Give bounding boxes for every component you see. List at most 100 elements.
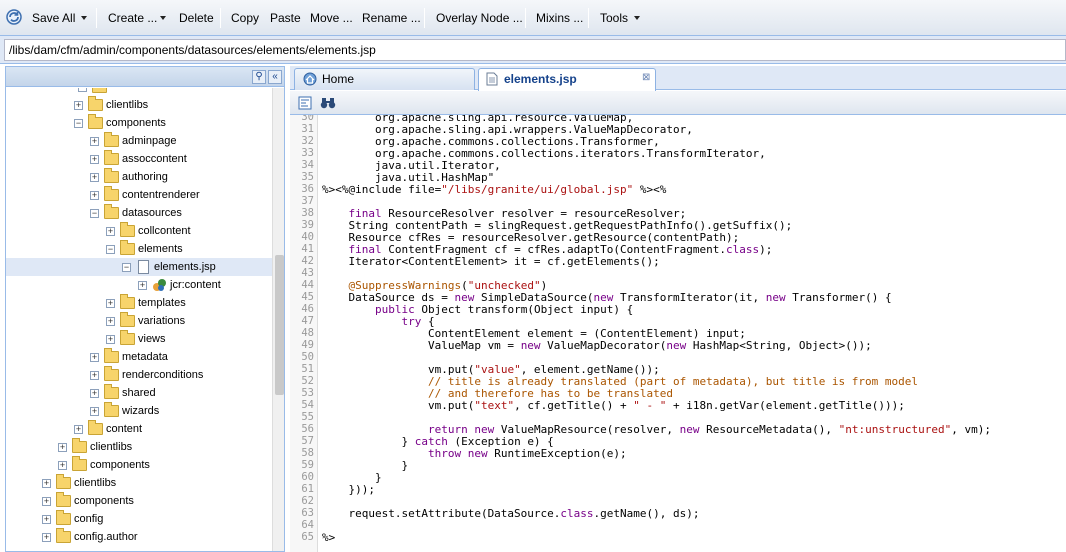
expand-icon[interactable]: + [90,155,99,164]
tree-node-label: components [74,495,134,507]
move-button[interactable]: Move ... [310,10,353,26]
expand-icon[interactable]: + [90,353,99,362]
collapse-icon[interactable]: − [90,209,99,218]
delete-button[interactable]: Delete [179,10,214,26]
tree-node[interactable]: − elements [6,240,272,258]
expand-icon[interactable]: + [90,191,99,200]
copy-button[interactable]: Copy [231,10,259,26]
expand-icon[interactable]: + [42,497,51,506]
tree-node[interactable]: + config [6,510,272,528]
code-editor[interactable]: 30 31 32 33 34 35 36 37 38 39 40 41 42 43 44 45 46 47 48 49… [290,115,1066,552]
expand-icon[interactable]: + [106,227,115,236]
mixins-button[interactable]: Mixins ... [536,10,583,26]
refresh-icon[interactable] [5,8,23,26]
tree-node-label: components [106,117,166,129]
paste-button[interactable]: Paste [270,10,301,26]
code-line: })); [322,483,375,496]
expand-icon[interactable]: + [42,515,51,524]
line-number: 51 [301,363,314,375]
expand-icon[interactable]: + [90,173,99,182]
collapse-icon[interactable]: − [74,119,83,128]
tree-node[interactable]: + jcr:content [6,276,272,294]
tools-button[interactable]: Tools [600,10,628,26]
expand-icon[interactable]: + [90,407,99,416]
expand-icon[interactable]: + [58,443,67,452]
line-number: 63 [301,507,314,519]
tree-node[interactable]: − elements.jsp [6,258,272,276]
editor-toolbar [290,91,1066,115]
home-icon [303,72,317,86]
tree-node[interactable]: − datasources [6,204,272,222]
tree-node-label: clientlibs [90,441,133,453]
tree-node[interactable]: + renderconditions [6,366,272,384]
tree-node[interactable]: + clientlibs [6,474,272,492]
folder-icon [88,420,103,435]
expand-icon[interactable]: + [106,317,115,326]
tree-node[interactable]: + templates [6,294,272,312]
line-number: 42 [301,255,314,267]
collapse-icon[interactable]: − [122,263,131,272]
toolbar-separator [96,8,97,28]
find-icon[interactable]: ⚲ [252,70,266,84]
create-button[interactable]: Create ... [108,10,157,26]
collapse-icon[interactable]: − [78,88,87,92]
save-all-button[interactable]: Save All [32,10,75,26]
expand-icon[interactable]: + [74,101,83,110]
collapse-icon[interactable]: − [106,245,115,254]
tree-node-label: datasources [122,207,182,219]
line-number: 33 [301,147,314,159]
expand-icon[interactable]: + [90,389,99,398]
tree-node[interactable]: + content [6,420,272,438]
code-line: %> [322,531,336,544]
line-number: 43 [301,267,314,279]
expand-icon[interactable]: + [90,137,99,146]
tab-elements-jsp[interactable]: elements.jsp ⊠ [478,68,656,91]
tree-node[interactable]: + authoring [6,168,272,186]
line-number: 62 [301,495,314,507]
toolbar-separator [424,8,425,28]
folder-icon [120,312,135,327]
rename-button[interactable]: Rename ... [362,10,421,26]
expand-icon[interactable]: + [58,461,67,470]
tree-node-label: clientlibs [106,99,149,111]
tree-node[interactable]: + components [6,492,272,510]
tree-node[interactable]: + contentrenderer [6,186,272,204]
expand-icon[interactable]: + [42,533,51,542]
tree-node[interactable]: + shared [6,384,272,402]
tree-node[interactable]: − components [6,114,272,132]
folder-icon [104,204,119,219]
format-icon[interactable] [298,96,312,110]
tree-scrollbar[interactable] [272,88,284,551]
path-input[interactable]: /libs/dam/cfm/admin/components/datasourc… [4,39,1066,61]
tree-node[interactable]: + adminpage [6,132,272,150]
tree-node[interactable]: + config.author [6,528,272,546]
expand-icon[interactable]: + [106,299,115,308]
expand-icon[interactable]: + [74,425,83,434]
close-tab-icon[interactable]: ⊠ [642,68,650,88]
tree-node[interactable]: + clientlibs [6,96,272,114]
tree-node[interactable]: + metadata [6,348,272,366]
code-line: request.setAttribute(DataSource.class.ge… [322,507,700,520]
create-dropdown-icon[interactable] [160,16,166,20]
tree-node[interactable]: + assoccontent [6,150,272,168]
save-all-dropdown-icon[interactable] [81,16,87,20]
scrollbar-thumb[interactable] [275,255,284,395]
tree-node[interactable]: + wizards [6,402,272,420]
tree-node[interactable]: + views [6,330,272,348]
tree-node[interactable]: + clientlibs [6,438,272,456]
tree-node[interactable]: + variations [6,312,272,330]
tree-node[interactable]: + components [6,456,272,474]
binoculars-icon[interactable] [320,96,336,110]
tree-node-label: elements [138,243,183,255]
collapse-panel-icon[interactable]: « [268,70,282,84]
overlay-node-button[interactable]: Overlay Node ... [436,10,523,26]
expand-icon[interactable]: + [106,335,115,344]
repository-tree-panel: ⚲ « − + clientlibs − components + adminpage + a… [5,66,285,552]
line-number: 40 [301,231,314,243]
tab-home[interactable]: Home [294,68,475,90]
expand-icon[interactable]: + [90,371,99,380]
tree-node[interactable]: + collcontent [6,222,272,240]
expand-icon[interactable]: + [42,479,51,488]
tools-dropdown-icon[interactable] [634,16,640,20]
expand-icon[interactable]: + [138,281,147,290]
